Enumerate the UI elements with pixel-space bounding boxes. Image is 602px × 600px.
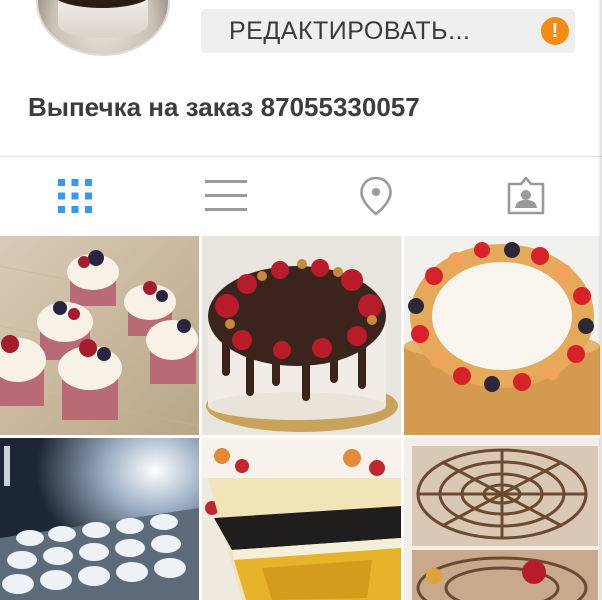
photo-grid <box>0 236 602 600</box>
location-pin-icon <box>359 176 393 216</box>
tab-grid[interactable] <box>0 157 150 235</box>
photo-tile-fruit-cake[interactable] <box>404 236 600 435</box>
edit-profile-button[interactable]: РЕДАКТИРОВАТЬ... ! <box>201 9 575 53</box>
sliced-layer-cake-image <box>202 438 401 600</box>
scroll-edge <box>598 0 602 600</box>
alert-icon: ! <box>541 17 569 45</box>
profile-avatar[interactable] <box>36 0 170 56</box>
web-pattern-cake-image <box>404 438 600 600</box>
list-icon <box>205 178 247 214</box>
photo-tile-layer-cake[interactable] <box>202 438 401 600</box>
photo-tile-chocolate-cake[interactable] <box>202 236 401 435</box>
grid-icon <box>56 177 94 215</box>
profile-name: Выпечка на заказ 87055330057 <box>28 92 420 122</box>
tab-map[interactable] <box>301 157 451 235</box>
photo-tile-meringues[interactable] <box>0 438 199 600</box>
profile-screen: РЕДАКТИРОВАТЬ... ! Выпечка на заказ 8705… <box>0 0 602 600</box>
tab-tagged[interactable] <box>451 157 601 235</box>
tab-list[interactable] <box>151 157 301 235</box>
cupcakes-image <box>0 236 199 435</box>
view-tabs <box>0 157 602 235</box>
chocolate-drip-cake-image <box>202 236 401 435</box>
photo-tile-web-cake[interactable] <box>404 438 600 600</box>
meringues-image <box>0 438 199 600</box>
photo-tile-cupcakes[interactable] <box>0 236 199 435</box>
fruit-cake-image <box>404 236 600 435</box>
tagged-person-icon <box>506 176 546 216</box>
edit-profile-label: РЕДАКТИРОВАТЬ... <box>229 16 471 45</box>
